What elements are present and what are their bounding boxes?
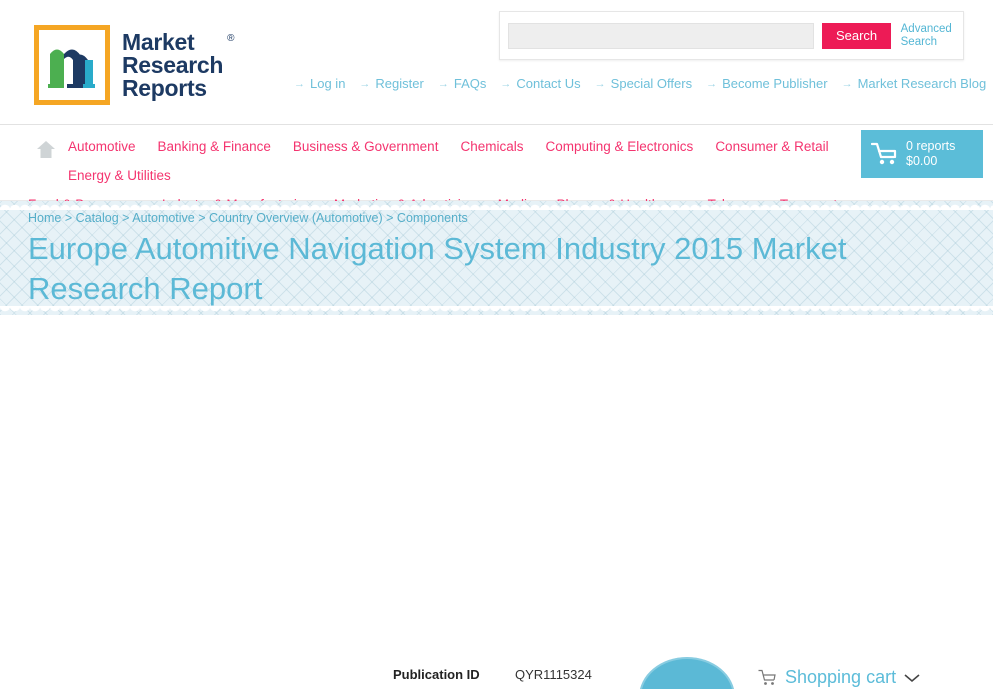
logo-line-3: Reports (122, 74, 207, 101)
category-business-government[interactable]: Business & Government (293, 132, 439, 161)
top-link-special-offers[interactable]: → Special Offers (595, 76, 692, 91)
breadcrumb[interactable]: Home > Catalog > Automotive > Country Ov… (28, 211, 468, 225)
cart-summary: 0 reports $0.00 (906, 139, 955, 169)
logo-line-1: Market (122, 28, 195, 55)
logo-wordmark: Market Research Reports ® (122, 28, 234, 101)
home-icon[interactable] (36, 140, 56, 159)
search-button[interactable]: Search (822, 22, 891, 49)
top-link-label: FAQs (453, 76, 487, 91)
arrow-icon: → (841, 77, 853, 90)
table-row: Publication ID QYR1115324 (393, 667, 622, 689)
shopping-cart-icon (871, 142, 897, 165)
arrow-icon: → (594, 77, 606, 90)
arrow-icon: → (500, 77, 512, 90)
top-link-market-research-blog[interactable]: → Market Research Blog (842, 76, 987, 91)
top-link-label: Special Offers (610, 76, 693, 91)
logo-line-2: Research (122, 51, 224, 78)
header-cart-widget[interactable]: 0 reports $0.00 (861, 130, 983, 178)
category-row-1: Automotive Banking & Finance Business & … (0, 132, 993, 190)
advanced-search-link[interactable]: Advanced Search (901, 23, 955, 49)
category-chemicals[interactable]: Chemicals (460, 132, 523, 161)
top-link-label: Register (375, 76, 424, 91)
logo-mark (34, 25, 110, 105)
top-link-label: Log in (310, 76, 346, 91)
page-title: Europe Automitive Navigation System Indu… (28, 231, 847, 306)
arrow-icon: → (437, 77, 449, 90)
top-link-label: Market Research Blog (857, 76, 987, 91)
publication-details: Publication ID QYR1115324 Publication Da… (393, 667, 622, 689)
price-badge: $3,600.00 (639, 657, 735, 689)
site-logo[interactable]: Market Research Reports ® (34, 25, 234, 105)
registered-mark: ® (227, 32, 235, 44)
publication-details-table: Publication ID QYR1115324 Publication Da… (393, 667, 622, 689)
sidebar-cart-title: Shopping cart (785, 667, 897, 687)
category-consumer-retail[interactable]: Consumer & Retail (715, 132, 828, 161)
search-panel: Search Advanced Search (499, 11, 964, 60)
main-content: Publication ID QYR1115324 Publication Da… (0, 315, 993, 689)
arrow-icon: → (294, 77, 305, 90)
detail-value: QYR1115324 (515, 667, 592, 682)
scallop-top-edge (0, 201, 993, 210)
shopping-cart-icon (758, 669, 776, 685)
arrow-icon: → (359, 77, 371, 90)
logo-m-letterform (48, 49, 95, 88)
search-input[interactable] (508, 22, 815, 49)
category-banking-finance[interactable]: Banking & Finance (158, 132, 271, 161)
top-link-register[interactable]: → Register (359, 76, 423, 91)
site-header: Market Research Reports ® Search Advance… (0, 0, 993, 125)
category-automotive[interactable]: Automotive (68, 132, 136, 161)
detail-key: Publication ID (393, 667, 480, 682)
category-nav: Automotive Banking & Finance Business & … (0, 125, 993, 241)
cart-reports-count: 0 reports (906, 139, 956, 153)
top-link-login[interactable]: → Log in (294, 76, 345, 91)
top-link-contact-us[interactable]: → Contact Us (500, 76, 580, 91)
category-computing-electronics[interactable]: Computing & Electronics (545, 132, 693, 161)
sidebar-shopping-cart-header[interactable]: Shopping cart (758, 667, 920, 688)
top-link-label: Become Publisher (722, 76, 828, 91)
top-link-become-publisher[interactable]: → Become Publisher (706, 76, 828, 91)
arrow-icon: → (706, 77, 718, 90)
top-link-label: Contact Us (516, 76, 581, 91)
top-nav: → Log in → Register → FAQs → Contact Us … (294, 76, 986, 91)
category-energy-utilities[interactable]: Energy & Utilities (68, 161, 171, 190)
cart-total-amount: $0.00 (906, 154, 938, 168)
top-link-faqs[interactable]: → FAQs (438, 76, 487, 91)
chevron-down-icon[interactable] (904, 673, 920, 683)
